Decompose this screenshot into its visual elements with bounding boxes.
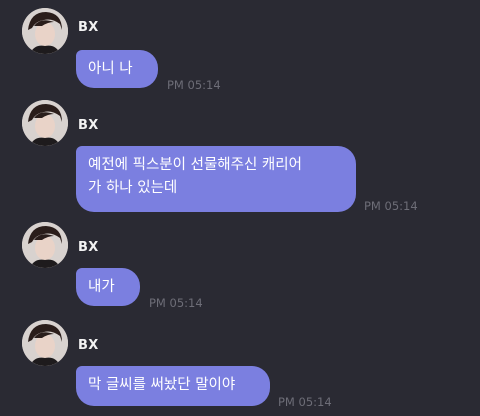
avatar-image	[22, 222, 68, 268]
chat-message-list: BX 아니 나 PM 05:14 BX 예전에 픽스분이 선물해주신 캐리어 가…	[0, 0, 480, 416]
message-timestamp: PM 05:14	[167, 78, 221, 92]
avatar-image	[22, 100, 68, 146]
avatar[interactable]	[22, 320, 68, 366]
sender-name: BX	[78, 240, 99, 255]
sender-name: BX	[78, 20, 99, 35]
avatar[interactable]	[22, 222, 68, 268]
sender-name: BX	[78, 338, 99, 353]
message-timestamp: PM 05:14	[149, 296, 203, 310]
avatar[interactable]	[22, 8, 68, 54]
avatar-image	[22, 320, 68, 366]
avatar-image	[22, 8, 68, 54]
message-timestamp: PM 05:14	[364, 199, 418, 213]
message-bubble[interactable]: 예전에 픽스분이 선물해주신 캐리어 가 하나 있는데	[76, 146, 356, 212]
avatar[interactable]	[22, 100, 68, 146]
message-timestamp: PM 05:14	[278, 395, 332, 409]
message-bubble[interactable]: 아니 나	[76, 50, 158, 88]
sender-name: BX	[78, 118, 99, 133]
message-bubble[interactable]: 내가	[76, 268, 140, 306]
message-bubble[interactable]: 막 글씨를 써놨단 말이야	[76, 366, 270, 406]
